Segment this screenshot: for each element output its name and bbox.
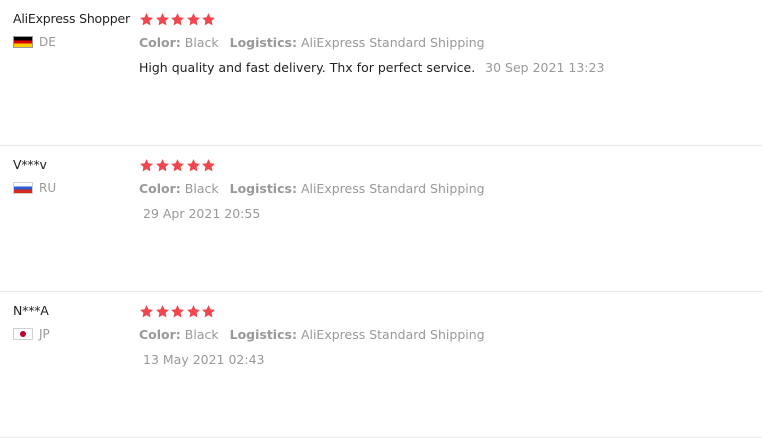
- country-code: DE: [39, 35, 56, 49]
- star-icon: [139, 12, 154, 27]
- color-value: Black: [184, 181, 219, 196]
- star-icon: [201, 304, 216, 319]
- color-value: Black: [184, 327, 219, 342]
- reviewer-country: DE: [13, 34, 135, 50]
- logistics-value: AliExpress Standard Shipping: [300, 327, 485, 342]
- color-label: Color:: [139, 327, 181, 342]
- review-content: Color: Black Logistics: AliExpress Standa…: [139, 302, 739, 368]
- logistics-label: Logistics:: [229, 35, 297, 50]
- star-icon: [139, 304, 154, 319]
- reviewer-country: JP: [13, 326, 135, 342]
- feedback-text: High quality and fast delivery. Thx for …: [139, 60, 476, 75]
- reviewer-info: V***v RU: [13, 156, 135, 196]
- review-feedback: 29 Apr 2021 20:55: [139, 206, 739, 222]
- star-icon: [155, 304, 170, 319]
- reviewer-country: RU: [13, 180, 135, 196]
- review-item: V***v RU Color: Black Logistics: AliExpre…: [0, 146, 762, 292]
- review-item: N***A JP Color: Black Logistics: AliExpre…: [0, 292, 762, 438]
- reviewer-name: V***v: [13, 157, 47, 172]
- logistics-label: Logistics:: [229, 181, 297, 196]
- review-time: 30 Sep 2021 13:23: [485, 60, 605, 75]
- logistics-value: AliExpress Standard Shipping: [300, 181, 485, 196]
- star-icon: [170, 304, 185, 319]
- color-label: Color:: [139, 35, 181, 50]
- review-feedback: 13 May 2021 02:43: [139, 352, 739, 368]
- star-icon: [201, 12, 216, 27]
- logistics-label: Logistics:: [229, 327, 297, 342]
- star-icon: [170, 12, 185, 27]
- review-attributes: Color: Black Logistics: AliExpress Standa…: [139, 181, 739, 197]
- country-code: JP: [39, 327, 50, 341]
- review-time: 29 Apr 2021 20:55: [143, 206, 261, 221]
- review-time: 13 May 2021 02:43: [143, 352, 265, 367]
- star-icon: [155, 158, 170, 173]
- review-feedback: High quality and fast delivery. Thx for …: [139, 60, 739, 76]
- star-icon: [186, 158, 201, 173]
- ru-flag-icon: [13, 182, 33, 194]
- star-icon: [139, 158, 154, 173]
- review-attributes: Color: Black Logistics: AliExpress Standa…: [139, 327, 739, 343]
- star-icon: [201, 158, 216, 173]
- star-icon: [155, 12, 170, 27]
- star-icon: [186, 304, 201, 319]
- reviewer-name: AliExpress Shopper: [13, 11, 130, 26]
- reviewer-name: N***A: [13, 303, 49, 318]
- reviewer-info: AliExpress Shopper DE: [13, 10, 135, 50]
- star-rating: [139, 10, 739, 28]
- color-value: Black: [184, 35, 219, 50]
- review-attributes: Color: Black Logistics: AliExpress Standa…: [139, 35, 739, 51]
- review-content: Color: Black Logistics: AliExpress Standa…: [139, 156, 739, 222]
- star-rating: [139, 302, 739, 320]
- star-icon: [170, 158, 185, 173]
- review-item: AliExpress Shopper DE Color: Black Logist…: [0, 0, 762, 146]
- reviewer-info: N***A JP: [13, 302, 135, 342]
- color-label: Color:: [139, 181, 181, 196]
- logistics-value: AliExpress Standard Shipping: [300, 35, 485, 50]
- star-icon: [186, 12, 201, 27]
- country-code: RU: [39, 181, 57, 195]
- review-content: Color: Black Logistics: AliExpress Standa…: [139, 10, 739, 76]
- de-flag-icon: [13, 36, 33, 48]
- jp-flag-icon: [13, 328, 33, 340]
- star-rating: [139, 156, 739, 174]
